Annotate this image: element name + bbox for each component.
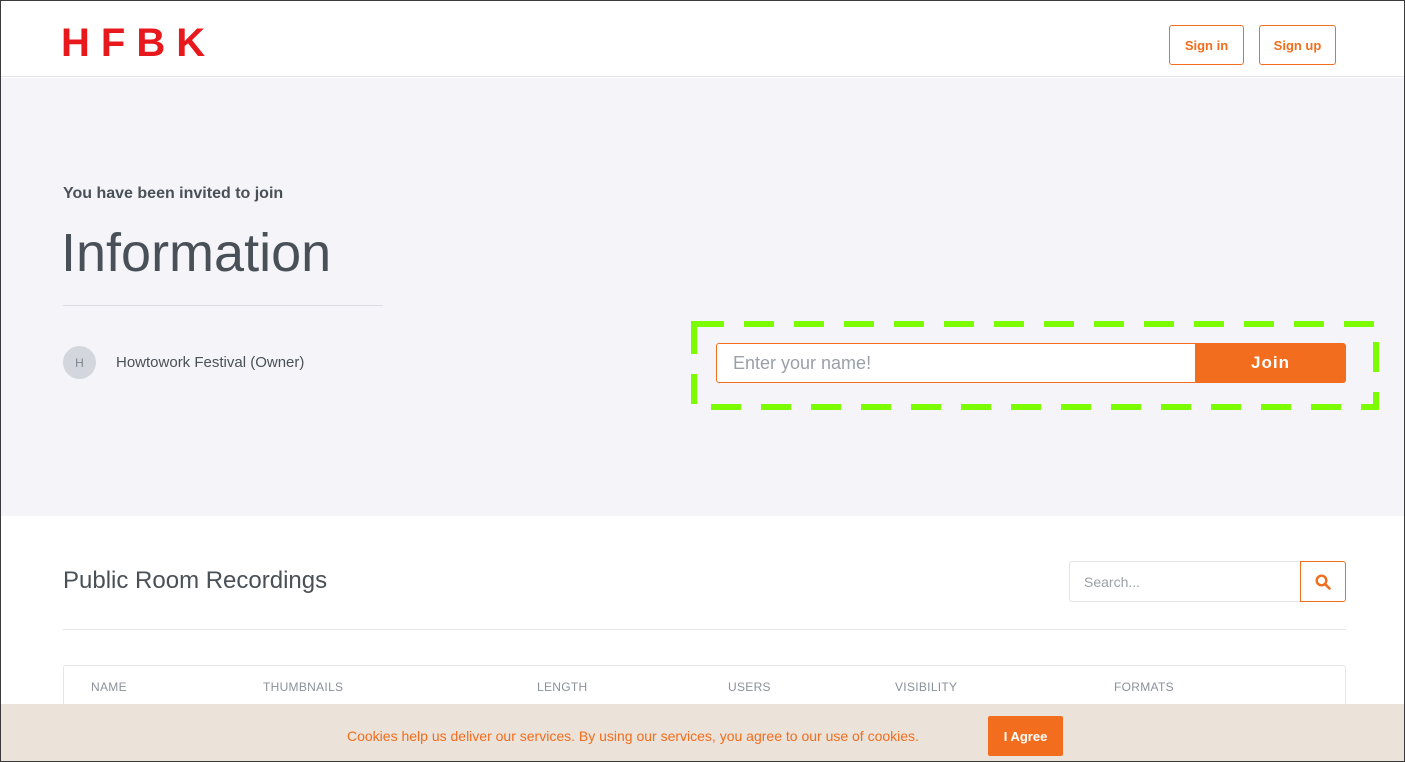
search-icon xyxy=(1315,573,1331,590)
top-navbar: HFBK Sign in Sign up xyxy=(1,1,1404,77)
owner-name: Howtowork Festival (Owner) xyxy=(116,354,305,371)
room-title: Information xyxy=(61,223,332,283)
recordings-title: Public Room Recordings xyxy=(63,567,328,594)
recordings-search xyxy=(1069,561,1346,602)
room-owner: H Howtowork Festival (Owner) xyxy=(63,346,304,379)
room-hero: You have been invited to join Informatio… xyxy=(1,78,1404,516)
sign-in-button[interactable]: Sign in xyxy=(1169,25,1244,65)
column-header-thumbnails: THUMBNAILS xyxy=(263,680,344,694)
divider xyxy=(63,305,383,306)
cookie-banner: Cookies help us deliver our services. By… xyxy=(1,704,1404,761)
search-button[interactable] xyxy=(1300,561,1346,602)
page: HFBK Sign in Sign up You have been invit… xyxy=(0,0,1405,762)
hfbk-logo[interactable]: HFBK xyxy=(61,21,216,65)
search-input[interactable] xyxy=(1069,561,1301,602)
column-header-name[interactable]: NAME xyxy=(91,680,127,694)
column-header-visibility[interactable]: VISIBILITY xyxy=(895,680,957,694)
column-header-users[interactable]: USERS xyxy=(728,680,771,694)
invited-text: You have been invited to join xyxy=(63,185,284,202)
column-header-formats: FORMATS xyxy=(1114,680,1174,694)
avatar: H xyxy=(63,346,96,379)
sign-up-button[interactable]: Sign up xyxy=(1259,25,1336,65)
agree-button[interactable]: I Agree xyxy=(988,716,1063,756)
column-header-length[interactable]: LENGTH xyxy=(537,680,587,694)
join-button[interactable]: Join xyxy=(1195,343,1346,383)
cookie-message: Cookies help us deliver our services. By… xyxy=(347,728,919,744)
divider xyxy=(63,629,1346,630)
name-input[interactable] xyxy=(716,343,1196,383)
